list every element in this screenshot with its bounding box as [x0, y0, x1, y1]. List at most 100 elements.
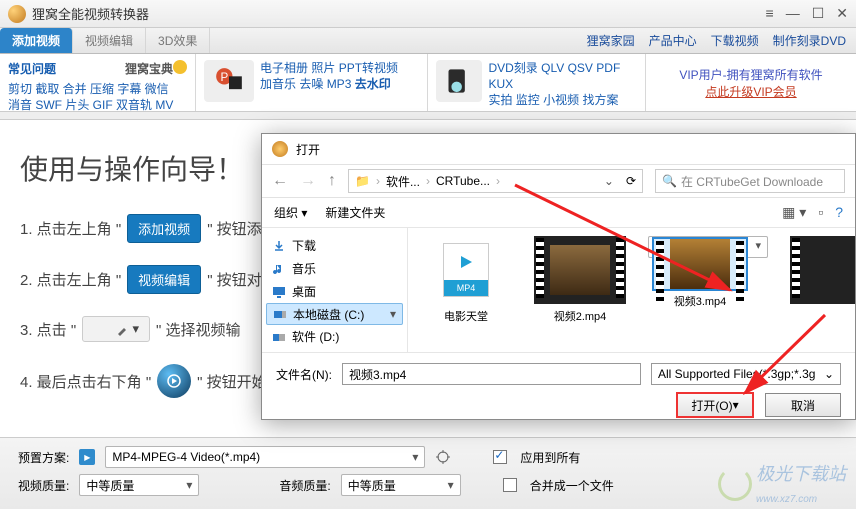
file-open-dialog: 打开 ← → ↑ 📁 ›软件... ›CRTube... › ⌄ ⟳ 🔍 在 C… — [261, 133, 856, 420]
video-quality-select[interactable]: 中等质量 — [79, 474, 199, 496]
filename-input[interactable] — [342, 363, 641, 385]
file-label: 电影天堂 — [444, 308, 488, 324]
back-icon[interactable]: ← — [272, 172, 288, 190]
star-icon — [173, 60, 187, 74]
aq-label: 音频质量: — [279, 477, 330, 494]
top-links: 狸窝家园 产品中心 下载视频 制作刻录DVD — [587, 28, 856, 53]
preview-pane-icon[interactable]: ▫ — [818, 204, 823, 221]
file-item-more[interactable] — [790, 236, 855, 344]
file-item-folder[interactable]: MP4 电影天堂 — [420, 236, 512, 344]
audio-quality-select[interactable]: 中等质量 — [341, 474, 461, 496]
video-thumb-icon — [654, 239, 746, 289]
folder-icon: 📁 — [355, 174, 370, 188]
faq-heading: 常见问题 — [8, 62, 56, 76]
tab-edit-video[interactable]: 视频编辑 — [73, 28, 146, 53]
wrench-icon — [115, 323, 129, 337]
file-list: MP4 电影天堂 视频2.mp4 视频3.mp4 — [408, 228, 855, 352]
ppt-links[interactable]: 电子相册 照片 PPT转视频加音乐 去噪 MP3 去水印 — [260, 60, 398, 105]
dvd-cell: DVD刻录 QLV QSV PDF KUX实拍 监控 小视频 找方案 — [428, 54, 646, 111]
dialog-nav: ← → ↑ 📁 ›软件... ›CRTube... › ⌄ ⟳ 🔍 在 CRTu… — [262, 164, 855, 198]
output-select-button[interactable]: ▾ — [82, 316, 150, 342]
add-video-button[interactable]: 添加视频 — [127, 214, 201, 243]
help-icon[interactable]: ? — [835, 204, 843, 221]
faq-links-2[interactable]: 消音 SWF 片头 GIF 双音轨 MV — [8, 97, 187, 113]
ppt-cell: P 电子相册 照片 PPT转视频加音乐 去噪 MP3 去水印 — [196, 54, 428, 111]
search-input[interactable]: 🔍 在 CRTubeGet Downloade — [655, 169, 845, 193]
desktop-icon — [272, 285, 286, 299]
tree-c-drive[interactable]: 本地磁盘 (C:) — [266, 303, 403, 325]
feature-row: 常见问题 狸窝宝典 剪切 截取 合并 压缩 字幕 微信 消音 SWF 片头 GI… — [0, 54, 856, 112]
link-dvd[interactable]: 制作刻录DVD — [773, 32, 846, 49]
file-item-video2[interactable]: 视频2.mp4 — [534, 236, 626, 344]
app-logo-icon — [8, 5, 26, 23]
link-home[interactable]: 狸窝家园 — [587, 32, 635, 49]
dialog-title: 打开 — [296, 141, 320, 158]
dialog-icon — [272, 141, 288, 157]
refresh-icon[interactable]: ⟳ — [626, 174, 636, 188]
window-title: 狸窝全能视频转换器 — [32, 4, 766, 23]
tree-d-drive[interactable]: 软件 (D:) — [266, 325, 403, 348]
watermark: 极光下载站www.xz7.com — [718, 460, 846, 507]
dialog-toolbar: 组织 ▾ 新建文件夹 ▦ ▾ ▫ ? — [262, 198, 855, 228]
preset-label: 预置方案: — [18, 449, 69, 466]
separator — [0, 112, 856, 120]
file-label: 视频3.mp4 — [674, 293, 727, 309]
new-folder-button[interactable]: 新建文件夹 — [325, 204, 385, 221]
filename-label: 文件名(N): — [276, 366, 332, 383]
bottom-bar: 预置方案: ▶ MP4-MPEG-4 Video(*.mp4) 应用到所有 视频… — [0, 437, 856, 509]
apply-all-checkbox[interactable] — [493, 450, 507, 464]
faq-cell: 常见问题 狸窝宝典 剪切 截取 合并 压缩 字幕 微信 消音 SWF 片头 GI… — [0, 54, 196, 111]
start-convert-button[interactable] — [157, 364, 191, 398]
download-icon — [272, 239, 286, 253]
vip-text: VIP用户-拥有狸窝所有软件 — [679, 66, 822, 83]
file-item-video3[interactable]: 视频3.mp4 — [648, 236, 768, 258]
nav-tree: 下载 音乐 桌面 本地磁盘 (C:) 软件 (D:) — [262, 228, 408, 352]
tab-3d-effect[interactable]: 3D效果 — [146, 28, 210, 53]
dvd-thumb-icon — [436, 60, 482, 102]
drive-icon — [273, 307, 287, 321]
tree-desktop[interactable]: 桌面 — [266, 280, 403, 303]
file-filter-select[interactable]: All Supported Files(*.3gp;*.3g⌄ — [651, 363, 841, 385]
merge-checkbox[interactable] — [503, 478, 517, 492]
organize-menu[interactable]: 组织 ▾ — [274, 204, 307, 221]
apply-all-label: 应用到所有 — [520, 449, 580, 466]
settings-icon[interactable]: ≡ — [766, 5, 774, 22]
video-thumb-icon — [534, 236, 626, 304]
open-button[interactable]: 打开(O) ▾ — [677, 393, 753, 417]
title-bar: 狸窝全能视频转换器 ≡ — ☐ ✕ — [0, 0, 856, 28]
link-download[interactable]: 下载视频 — [711, 32, 759, 49]
dialog-title-bar: 打开 — [262, 134, 855, 164]
tree-music[interactable]: 音乐 — [266, 257, 403, 280]
drive-icon — [272, 330, 286, 344]
minimize-icon[interactable]: — — [786, 5, 800, 22]
maximize-icon[interactable]: ☐ — [812, 5, 825, 22]
faq-links-1[interactable]: 剪切 截取 合并 压缩 字幕 微信 — [8, 81, 187, 97]
vip-cell: VIP用户-拥有狸窝所有软件 点此升级VIP会员 — [646, 54, 856, 111]
dialog-body: 下载 音乐 桌面 本地磁盘 (C:) 软件 (D:) MP4 电影天堂 视频2.… — [262, 228, 855, 352]
preset-select[interactable]: MP4-MPEG-4 Video(*.mp4) — [105, 446, 425, 468]
forward-icon[interactable]: → — [300, 172, 316, 190]
vq-label: 视频质量: — [18, 477, 69, 494]
view-icon[interactable]: ▦ ▾ — [782, 204, 806, 221]
breadcrumb[interactable]: 📁 ›软件... ›CRTube... › ⌄ ⟳ — [348, 169, 643, 193]
dvd-links[interactable]: DVD刻录 QLV QSV PDF KUX实拍 监控 小视频 找方案 — [488, 60, 637, 105]
watermark-icon — [718, 467, 752, 501]
ppt-thumb-icon: P — [204, 60, 254, 102]
mp4-file-icon: MP4 — [420, 236, 512, 304]
tab-add-video[interactable]: 添加视频 — [0, 28, 73, 53]
close-icon[interactable]: ✕ — [836, 5, 848, 22]
file-label: 视频2.mp4 — [554, 308, 607, 324]
svg-text:P: P — [220, 71, 228, 84]
vip-upgrade-link[interactable]: 点此升级VIP会员 — [705, 83, 796, 100]
dialog-footer: 文件名(N): All Supported Files(*.3gp;*.3g⌄ … — [262, 352, 855, 427]
play-convert-icon — [166, 373, 182, 389]
baodian-link[interactable]: 狸窝宝典 — [125, 60, 187, 77]
cancel-button[interactable]: 取消 — [765, 393, 841, 417]
edit-video-button[interactable]: 视频编辑 — [127, 265, 201, 294]
video-thumb-icon — [790, 236, 855, 304]
tree-downloads[interactable]: 下载 — [266, 234, 403, 257]
preset-settings-icon[interactable] — [435, 449, 451, 465]
link-products[interactable]: 产品中心 — [649, 32, 697, 49]
up-icon[interactable]: ↑ — [328, 172, 336, 190]
music-icon — [272, 262, 286, 276]
